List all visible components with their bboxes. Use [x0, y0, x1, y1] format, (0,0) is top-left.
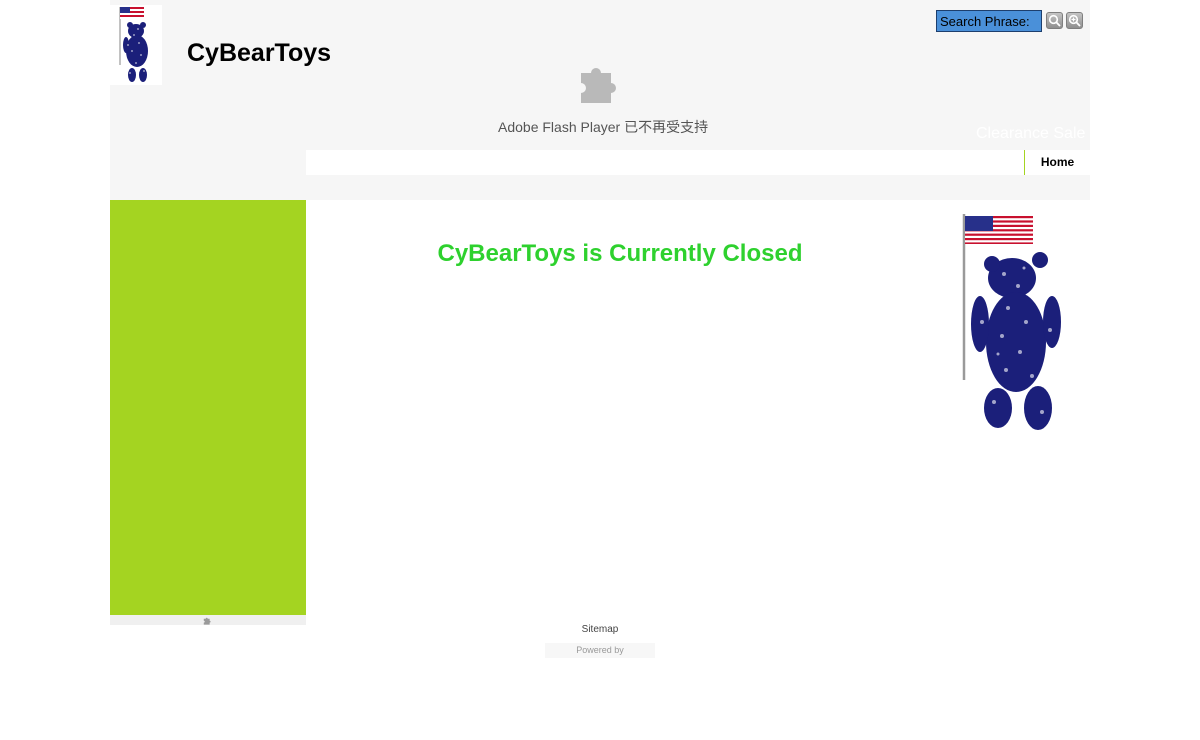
- nav-item-home[interactable]: Home: [1024, 150, 1090, 175]
- clearance-sale-marquee[interactable]: Clearance Sale: [976, 125, 1085, 143]
- site-title[interactable]: CyBearToys: [187, 39, 331, 68]
- sidebar-footer: [110, 615, 306, 625]
- powered-by: Powered by: [545, 643, 655, 658]
- main-nav: Home: [306, 150, 1090, 175]
- puzzle-piece-icon: [581, 68, 616, 103]
- magnifier-icon: [1048, 14, 1061, 27]
- flash-notice: Adobe Flash Player 已不再受支持: [498, 119, 709, 135]
- puzzle-piece-icon: [203, 617, 211, 625]
- site-logo[interactable]: [110, 5, 162, 85]
- search-button[interactable]: [1046, 12, 1063, 29]
- search-input[interactable]: [936, 10, 1042, 32]
- bear-flag-logo-icon: [119, 7, 148, 82]
- magnifier-plus-icon: [1068, 14, 1081, 27]
- left-sidebar: [110, 200, 306, 615]
- store-closed-heading: CyBearToys is Currently Closed: [437, 240, 803, 267]
- bear-flag-icon: [962, 214, 1061, 430]
- site-header: CyBearToys Adobe Flash Player 已不再受支持 Cle…: [110, 0, 1090, 200]
- flash-plugin-placeholder: [577, 59, 623, 110]
- sitemap-link[interactable]: Sitemap: [550, 624, 650, 635]
- page: CyBearToys Adobe Flash Player 已不再受支持 Cle…: [110, 0, 1090, 740]
- advanced-search-button[interactable]: [1066, 12, 1083, 29]
- bear-with-flag-image: [958, 212, 1073, 442]
